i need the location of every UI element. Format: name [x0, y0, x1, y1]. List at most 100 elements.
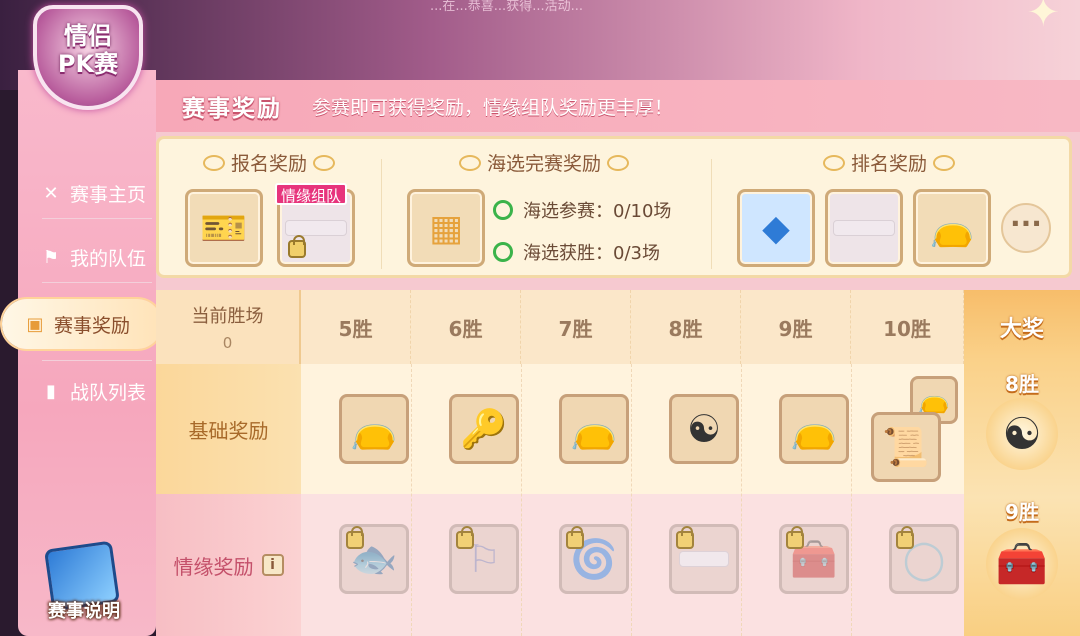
nav-item-home[interactable]: ✕ 赛事主页 — [18, 168, 174, 218]
current-wins-cell: 当前胜场 0 — [156, 290, 301, 364]
grand-prize-base-item[interactable]: ☯ — [986, 398, 1058, 470]
base-reward-9-wins[interactable]: 👝 — [779, 394, 849, 464]
crystal-cube-icon: ◆ — [762, 207, 790, 249]
lucky-bag-icon: 👝 — [929, 208, 975, 249]
base-reward-6-wins[interactable]: 🔑 — [449, 394, 519, 464]
blank-item-placeholder — [285, 220, 347, 236]
column-header: 6胜 — [411, 290, 521, 364]
lock-icon — [456, 526, 474, 549]
couple-reward-8-wins[interactable] — [669, 524, 739, 594]
swirl-icon — [607, 154, 629, 171]
nav-divider — [42, 282, 152, 283]
lock-icon — [288, 235, 306, 258]
column-divider — [851, 364, 852, 636]
base-reward-10-wins[interactable]: 📜 — [871, 412, 941, 482]
swirl-icon — [458, 154, 481, 171]
signup-reward-item[interactable]: 🎫 — [185, 189, 263, 267]
couple-reward-row-label: 情缘奖励 i — [156, 494, 301, 636]
grand-prize-couple-item[interactable]: 🧰 — [986, 528, 1058, 600]
couple-reward-10-wins[interactable]: ◯ — [889, 524, 959, 594]
audition-condition-participate: 海选参赛：0/10场 — [493, 197, 671, 223]
couple-team-tag: 情缘组队 — [275, 183, 348, 205]
base-reward-row-label: 基础奖励 — [156, 364, 301, 494]
section-divider — [381, 159, 382, 269]
scroll-icon: 📜 — [882, 424, 930, 469]
more-rewards-button[interactable]: ··· — [1001, 203, 1051, 253]
grand-prize-couple-wins: 9胜 — [1005, 500, 1039, 524]
win-reward-table: 当前胜场 0 5胜 6胜 7胜 8胜 9胜 10胜 基础奖励 情缘奖励 i 👝 … — [156, 290, 1080, 636]
current-wins-value: 0 — [222, 334, 233, 352]
nav-label: 我的队伍 — [70, 247, 147, 270]
circle-check-icon — [493, 242, 513, 262]
circle-check-icon — [493, 200, 513, 220]
base-reward-8-wins[interactable]: ☯ — [669, 394, 739, 464]
couple-reward-7-wins[interactable]: 🌀 — [559, 524, 629, 594]
star-icon: ✦ — [1026, 0, 1060, 36]
lucky-bag-icon: 👝 — [570, 406, 618, 451]
nav-divider — [42, 218, 152, 219]
bar-chart-icon: ▮ — [46, 380, 56, 402]
logo-text: 情侣 PK赛 — [57, 22, 119, 78]
swirl-icon — [933, 154, 955, 171]
swirl-icon — [822, 154, 845, 171]
info-icon[interactable]: i — [261, 554, 284, 576]
ranking-reward-title: 排名奖励 — [799, 149, 979, 176]
panel-header: 赛事奖励 参赛即可获得奖励，情缘组队奖励更丰厚！ — [156, 80, 1080, 132]
column-header: 7胜 — [521, 290, 631, 364]
ticket-icon: 🎫 — [200, 205, 248, 250]
base-reward-5-wins[interactable]: 👝 — [339, 394, 409, 464]
nav-item-team-list[interactable]: ▮ 战队列表 — [18, 366, 174, 416]
grand-prize-header: 大奖 — [999, 317, 1044, 342]
scrolling-announcement: ...在...恭喜...获得...活动... — [430, 0, 583, 14]
help-button-label: 赛事说明 — [48, 601, 120, 622]
lucky-bag-icon: 👝 — [790, 406, 838, 451]
lucky-bag-icon: 👝 — [350, 406, 398, 451]
blank-item-placeholder — [679, 551, 729, 567]
audition-condition-win: 海选获胜：0/3场 — [493, 239, 660, 265]
ranking-reward-item[interactable] — [825, 189, 903, 267]
nav-label: 战队列表 — [70, 381, 147, 404]
event-logo: 情侣 PK赛 — [8, 0, 158, 120]
column-header: 9胜 — [741, 290, 851, 364]
grand-prize-base-wins: 8胜 — [1005, 372, 1039, 396]
lock-icon — [346, 526, 364, 549]
treasure-chest-icon: 🧰 — [995, 539, 1049, 588]
column-divider — [411, 364, 412, 636]
lock-icon — [566, 526, 584, 549]
column-divider — [631, 364, 632, 636]
event-help-button[interactable]: 赛事说明 — [34, 540, 134, 630]
swirl-icon — [313, 154, 335, 171]
key-icon: 🔑 — [460, 406, 508, 451]
nav-label: 赛事主页 — [70, 183, 147, 206]
page-title: 赛事奖励 — [182, 96, 282, 122]
signup-reward-title: 报名奖励 — [179, 149, 359, 176]
nav-divider — [42, 360, 152, 361]
ranking-reward-item[interactable]: ◆ — [737, 189, 815, 267]
lucky-bag-icon: 👝 — [917, 385, 951, 415]
grand-prize-column: 大奖 8胜 ☯ 9胜 🧰 — [964, 290, 1080, 636]
ranking-reward-item[interactable]: 👝 — [913, 189, 991, 267]
couple-reward-9-wins[interactable]: 🧰 — [779, 524, 849, 594]
column-divider — [521, 364, 522, 636]
nav-label: 赛事奖励 — [54, 314, 131, 337]
lock-icon — [786, 526, 804, 549]
section-divider — [711, 159, 712, 269]
swirl-icon — [202, 154, 225, 171]
page-subtitle: 参赛即可获得奖励，情缘组队奖励更丰厚！ — [312, 96, 674, 119]
gift-icon: ▣ — [26, 313, 44, 335]
nav-item-rewards[interactable]: ▣ 赛事奖励 — [2, 299, 162, 349]
puzzle-box-icon: ▦ — [428, 207, 463, 249]
couple-reward-5-wins[interactable]: 🐟 — [339, 524, 409, 594]
couple-reward-6-wins[interactable]: ⚐ — [449, 524, 519, 594]
column-header: 10胜 — [851, 290, 964, 364]
reward-summary-box: 报名奖励 🎫 情缘组队 海选完赛奖励 ▦ 海选参赛：0/10场 海选获胜：0/3… — [156, 136, 1072, 278]
nav-item-my-team[interactable]: ⚑ 我的队伍 — [18, 232, 174, 282]
x-icon: ✕ — [43, 182, 59, 204]
column-header: 8胜 — [631, 290, 741, 364]
flag-icon: ⚑ — [42, 246, 60, 268]
lock-icon — [896, 526, 914, 549]
lock-icon — [676, 526, 694, 549]
base-reward-7-wins[interactable]: 👝 — [559, 394, 629, 464]
audition-reward-item[interactable]: ▦ — [407, 189, 485, 267]
yin-yang-icon: ☯ — [1002, 408, 1042, 460]
